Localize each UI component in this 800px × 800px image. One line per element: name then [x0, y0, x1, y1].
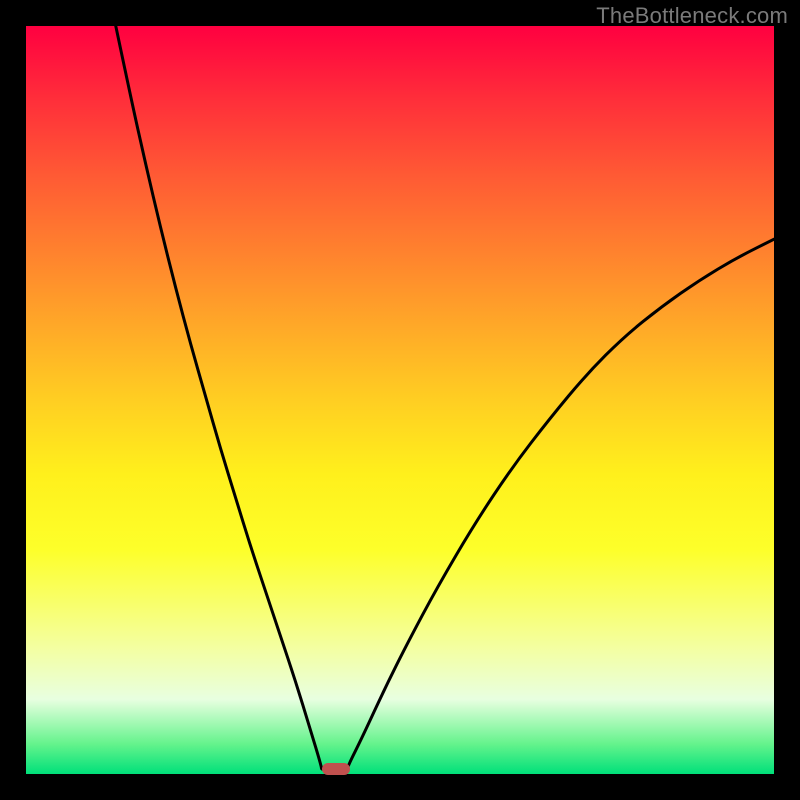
bottleneck-curve	[26, 26, 774, 774]
plot-area	[26, 26, 774, 774]
chart-frame: TheBottleneck.com	[0, 0, 800, 800]
optimal-marker	[322, 763, 350, 775]
watermark-text: TheBottleneck.com	[596, 3, 788, 29]
